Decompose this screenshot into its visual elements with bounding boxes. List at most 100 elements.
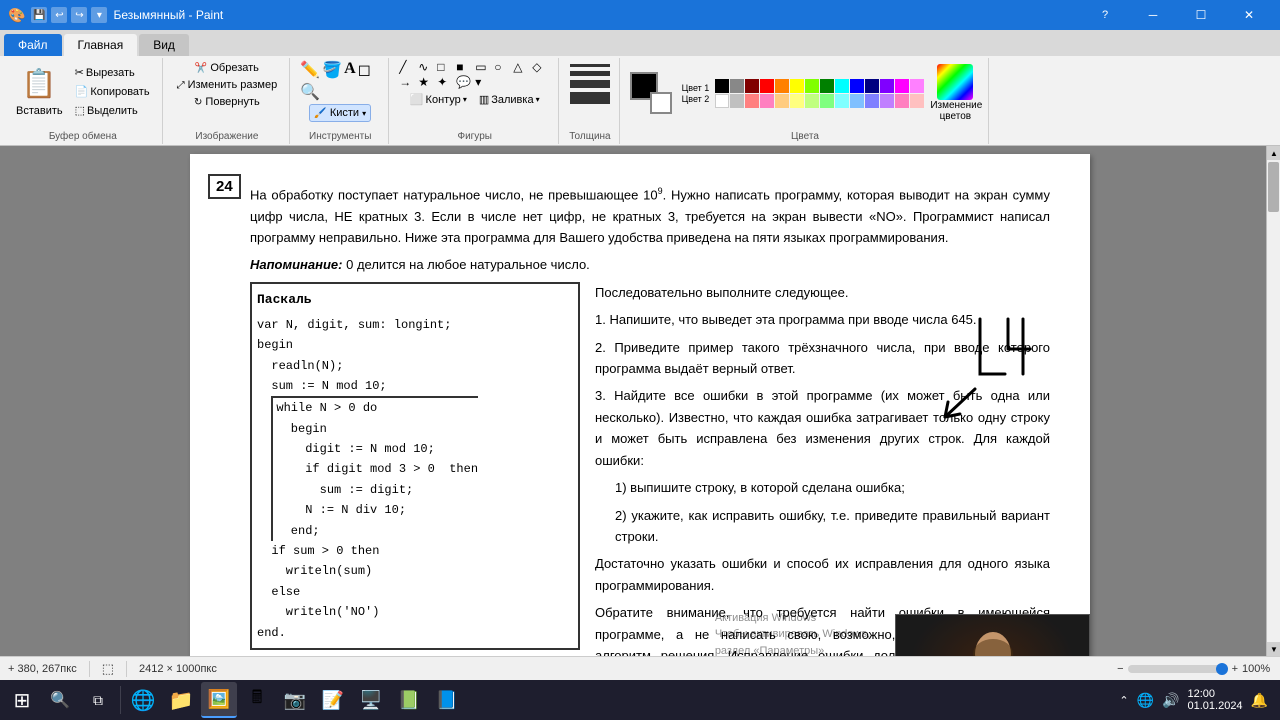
save-icon[interactable]: 💾 (31, 7, 47, 23)
clock[interactable]: 12:0001.01.2024 (1188, 688, 1243, 712)
palette-lime[interactable] (805, 79, 819, 93)
color2-box[interactable] (650, 92, 672, 114)
palette-blue[interactable] (850, 79, 864, 93)
palette-black[interactable] (715, 79, 729, 93)
palette-blush[interactable] (910, 94, 924, 108)
palette-purple[interactable] (880, 79, 894, 93)
palette-peach[interactable] (775, 94, 789, 108)
palette-lightgreen[interactable] (805, 94, 819, 108)
ellipse-icon[interactable]: ○ (494, 60, 512, 74)
undo-icon[interactable]: ↩ (51, 7, 67, 23)
palette-lavender[interactable] (880, 94, 894, 108)
close-button[interactable]: ✕ (1226, 0, 1272, 30)
help-button[interactable]: ? (1082, 0, 1128, 30)
notifications-button[interactable]: 🔔 (1251, 692, 1268, 709)
scroll-down-button[interactable]: ▼ (1267, 642, 1280, 656)
task-description: На обработку поступает натуральное число… (250, 184, 1050, 249)
palette-silver[interactable] (730, 94, 744, 108)
palette-periwinkle[interactable] (865, 94, 879, 108)
palette-pink[interactable] (910, 79, 924, 93)
rotate-button[interactable]: ↻ Повернуть (190, 94, 264, 110)
dropdown-icon[interactable]: ▾ (91, 7, 107, 23)
start-button[interactable]: ⊞ (4, 682, 40, 718)
round-rect-icon[interactable]: ▭ (475, 60, 493, 74)
palette-orange[interactable] (775, 79, 789, 93)
palette-cyan[interactable] (835, 79, 849, 93)
taskbar-edge[interactable]: 🌐 (125, 682, 161, 718)
search-button[interactable]: 🔍 (42, 682, 78, 718)
zoom-slider[interactable] (1128, 665, 1228, 673)
curve-icon[interactable]: ∿ (418, 60, 436, 74)
palette-white[interactable] (715, 94, 729, 108)
scroll-up-button[interactable]: ▲ (1267, 146, 1280, 160)
palette-darkred[interactable] (745, 79, 759, 93)
palette-yellow[interactable] (790, 79, 804, 93)
palette-lightyellow[interactable] (790, 94, 804, 108)
triangle-icon[interactable]: △ (513, 60, 531, 74)
palette-magenta[interactable] (895, 79, 909, 93)
palette-lightcyan[interactable] (835, 94, 849, 108)
stroke-size-2[interactable] (570, 71, 610, 76)
diamond-icon[interactable]: ◇ (532, 60, 550, 74)
palette-navy[interactable] (865, 79, 879, 93)
brushes-button[interactable]: 🖌️ Кисти ▾ (309, 104, 371, 122)
text-icon[interactable]: A (344, 60, 356, 80)
cut-button[interactable]: ✂ Вырезать (71, 64, 154, 81)
arrow-icon[interactable]: → (399, 75, 417, 89)
eraser-icon[interactable]: ◻ (358, 60, 371, 80)
shapes-more-icon[interactable]: ▾ (475, 75, 493, 89)
redo-icon[interactable]: ↪ (71, 7, 87, 23)
zoom-thumb[interactable] (1216, 663, 1228, 675)
stroke-size-1[interactable] (570, 64, 610, 67)
resize-button[interactable]: ⤢ Изменить размер (173, 77, 282, 93)
contour-button[interactable]: ⬜ Контур ▾ (406, 91, 471, 108)
tab-file[interactable]: Файл (4, 34, 62, 56)
taskbar-explorer[interactable]: 📁 (163, 682, 199, 718)
system-tray-chevron[interactable]: ⌃ (1119, 694, 1128, 707)
fill-rect-icon[interactable]: ■ (456, 60, 474, 74)
taskbar-photos[interactable]: 📷 (277, 682, 313, 718)
select-button[interactable]: ⬚ Выделить (71, 102, 154, 119)
palette-red[interactable] (760, 79, 774, 93)
minimize-button[interactable]: ─ (1130, 0, 1176, 30)
crop-button[interactable]: ✂️ Обрезать (191, 60, 263, 76)
edit-colors-button[interactable]: Изменение цветов (930, 64, 980, 122)
star5-icon[interactable]: ★ (418, 75, 436, 89)
stroke-size-3[interactable] (570, 80, 610, 88)
star4-icon[interactable]: ✦ (437, 75, 455, 89)
taskbar-calculator[interactable]: 🖩 (239, 682, 275, 718)
taskview-button[interactable]: ⧉ (80, 682, 116, 718)
paste-button[interactable]: 📋 Вставить (12, 60, 67, 119)
fill-button[interactable]: ▥ Заливка ▾ (475, 91, 544, 108)
line-icon[interactable]: ╱ (399, 60, 417, 74)
zoom-out-button[interactable]: − (1117, 663, 1123, 675)
palette-rose[interactable] (760, 94, 774, 108)
taskbar-app3[interactable]: 📗 (391, 682, 427, 718)
palette-palegreen[interactable] (820, 94, 834, 108)
taskbar: ⊞ 🔍 ⧉ 🌐 📁 🖼️ 🖩 📷 📝 🖥️ 📗 📘 ⌃ 🌐 🔊 12:0001.… (0, 680, 1280, 720)
palette-lightpink[interactable] (895, 94, 909, 108)
copy-button[interactable]: 📄 Копировать (71, 83, 154, 100)
scroll-thumb[interactable] (1268, 162, 1279, 212)
taskbar-paint[interactable]: 🖼️ (201, 682, 237, 718)
palette-lightblue[interactable] (850, 94, 864, 108)
palette-green[interactable] (820, 79, 834, 93)
pencil-icon[interactable]: ✏️ (300, 60, 320, 80)
callout-icon[interactable]: 💬 (456, 75, 474, 89)
tab-home[interactable]: Главная (64, 34, 138, 56)
taskbar-app4[interactable]: 📘 (429, 682, 465, 718)
zoom-in-button[interactable]: + (1232, 663, 1238, 675)
palette-gray[interactable] (730, 79, 744, 93)
tab-view[interactable]: Вид (139, 34, 189, 56)
taskbar-app1[interactable]: 📝 (315, 682, 351, 718)
vertical-scrollbar[interactable]: ▲ ▼ (1266, 146, 1280, 656)
stroke-size-4[interactable] (570, 92, 610, 104)
network-icon[interactable]: 🌐 (1137, 692, 1154, 709)
taskbar-app2[interactable]: 🖥️ (353, 682, 389, 718)
maximize-button[interactable]: ☐ (1178, 0, 1224, 30)
speaker-icon[interactable]: 🔊 (1162, 692, 1179, 709)
picker-icon[interactable]: 🔍 (300, 82, 320, 102)
palette-salmon[interactable] (745, 94, 759, 108)
rect-icon[interactable]: □ (437, 60, 455, 74)
fill-icon[interactable]: 🪣 (322, 60, 342, 80)
